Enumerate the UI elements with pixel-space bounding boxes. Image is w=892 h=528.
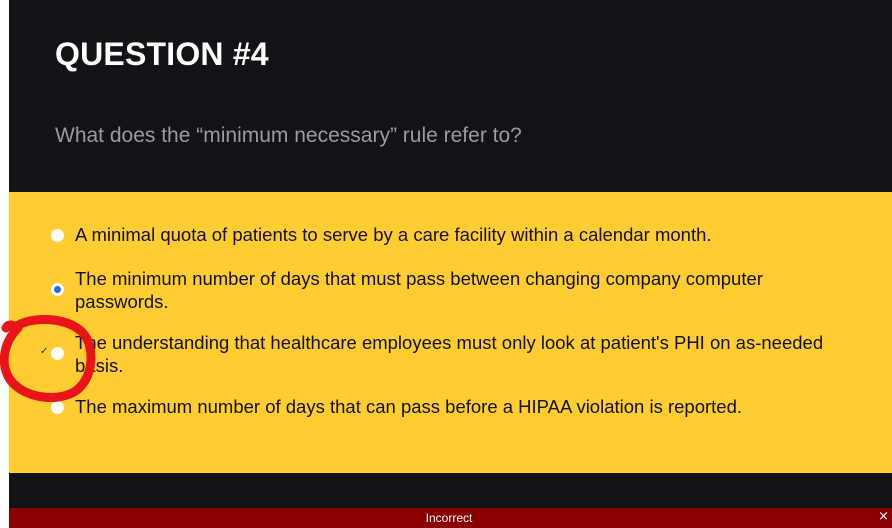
close-icon[interactable]: × (878, 509, 889, 524)
radio-button[interactable] (51, 401, 64, 414)
quiz-slide: QUESTION #4 What does the “minimum neces… (9, 0, 892, 528)
answer-options-panel: A minimal quota of patients to serve by … (9, 192, 892, 473)
check-icon: ✓ (40, 346, 49, 357)
radio-button-selected[interactable] (51, 283, 64, 296)
radio-button[interactable] (51, 347, 64, 360)
question-title: QUESTION #4 (55, 36, 269, 72)
radio-button[interactable] (51, 229, 64, 242)
answer-option-label: The maximum number of days that can pass… (75, 396, 743, 417)
status-text: Incorrect (425, 511, 473, 525)
answer-option-label: A minimal quota of patients to serve by … (75, 224, 712, 245)
answer-option-label: The minimum number of days that must pas… (75, 268, 763, 312)
question-text: What does the “minimum necessary” rule r… (55, 124, 522, 147)
feedback-status-bar: Incorrect × (9, 508, 892, 528)
answer-option-label: The understanding that healthcare employ… (75, 332, 824, 376)
